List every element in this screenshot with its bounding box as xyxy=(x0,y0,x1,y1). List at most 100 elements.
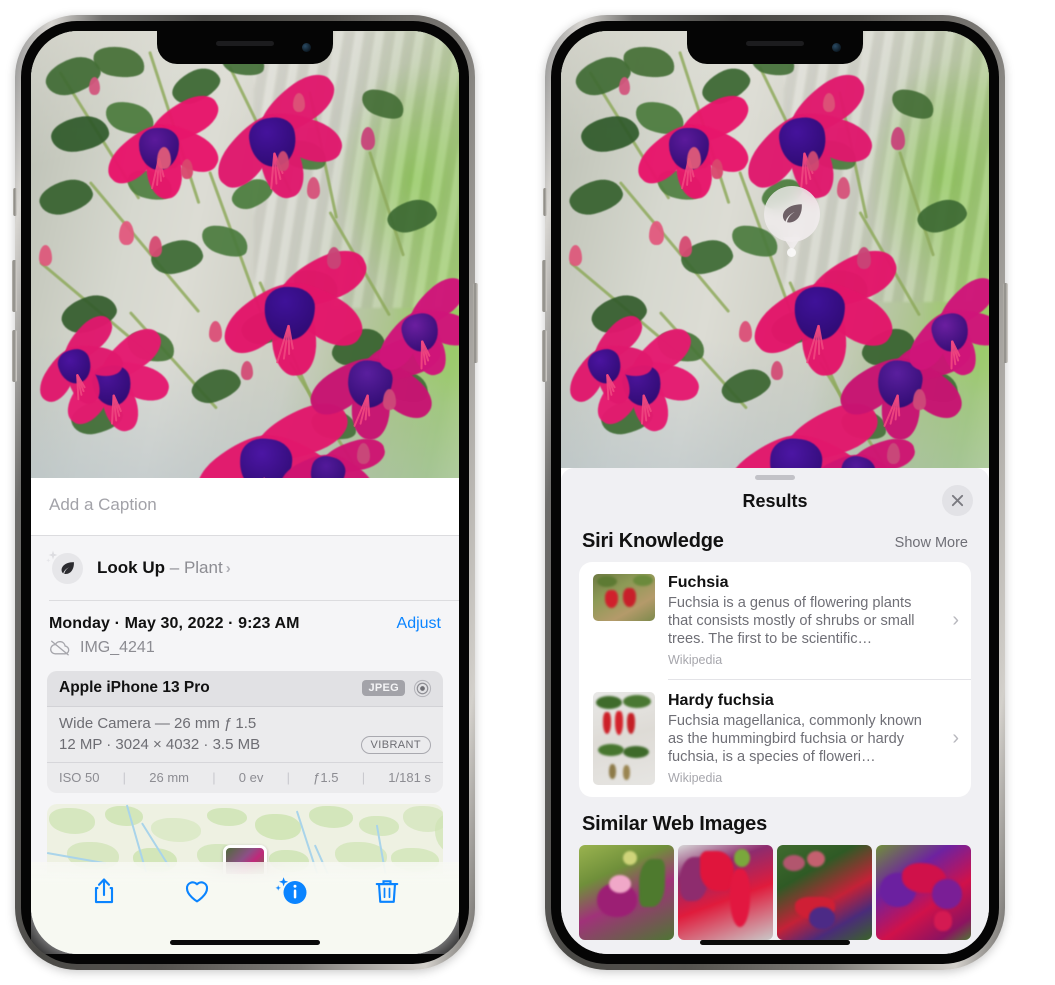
close-button[interactable] xyxy=(942,485,973,516)
file-name: IMG_4241 xyxy=(80,639,155,657)
fuchsia-flower xyxy=(770,238,872,344)
results-sheet: Results Siri Knowledge Show More Fuchsia… xyxy=(561,468,989,954)
volume-up-button[interactable] xyxy=(12,260,17,312)
knowledge-title: Fuchsia xyxy=(668,574,935,592)
map-green-area xyxy=(49,808,95,834)
photo-date: Monday · May 30, 2022 · 9:23 AM xyxy=(49,615,300,633)
date-row: Monday · May 30, 2022 · 9:23 AM Adjust xyxy=(31,601,459,637)
plant-leaf xyxy=(358,83,409,125)
plant-leaf xyxy=(384,195,440,236)
results-header: Results xyxy=(561,480,989,522)
camera-header-right: JPEG xyxy=(362,679,432,698)
badge-anchor-dot xyxy=(787,248,796,257)
fuchsia-flower xyxy=(376,275,458,360)
leaf-icon xyxy=(59,560,76,577)
trash-icon[interactable] xyxy=(372,876,402,906)
map-green-area xyxy=(309,806,353,828)
flower-bud xyxy=(181,159,193,179)
show-more-button[interactable]: Show More xyxy=(895,535,968,551)
flower-bud xyxy=(857,247,871,269)
flower-bud xyxy=(361,127,375,150)
cloud-slash-icon xyxy=(49,639,71,656)
plant-leaf xyxy=(914,195,970,236)
volume-down-button[interactable] xyxy=(12,330,17,382)
plant-stem xyxy=(898,151,935,257)
look-up-dash: – xyxy=(170,558,179,577)
photographic-style-badge: VIBRANT xyxy=(361,736,431,755)
silent-switch[interactable] xyxy=(543,188,547,216)
map-green-area xyxy=(207,808,247,826)
photo-viewer[interactable] xyxy=(561,31,989,468)
similar-web-images-header: Similar Web Images xyxy=(561,797,989,842)
notch-right xyxy=(687,31,863,64)
aperture-icon xyxy=(413,679,432,698)
flower-bud xyxy=(119,221,134,245)
fuchsia-flower xyxy=(220,70,319,173)
look-up-row[interactable]: Look Up – Plant › xyxy=(31,536,459,600)
info-sparkle-icon[interactable] xyxy=(275,876,309,906)
knowledge-description: Fuchsia magellanica, commonly known as t… xyxy=(668,712,935,766)
knowledge-thumbnail xyxy=(593,692,655,785)
plant-stem xyxy=(368,151,405,257)
web-image-thumbnail[interactable] xyxy=(876,845,971,940)
flower-bud xyxy=(649,221,664,245)
photo-viewer[interactable] xyxy=(31,31,459,478)
exif-value: ƒ1.5 xyxy=(313,770,338,785)
web-image-thumbnail[interactable] xyxy=(777,845,872,940)
exif-divider: | xyxy=(123,770,126,785)
heart-icon[interactable] xyxy=(182,876,212,906)
caption-row[interactable]: Add a Caption xyxy=(31,478,459,536)
siri-knowledge-header: Siri Knowledge Show More xyxy=(561,522,989,562)
sheet-title: Results xyxy=(742,491,807,512)
home-indicator[interactable] xyxy=(170,940,320,945)
flower-bud xyxy=(149,236,162,257)
knowledge-title: Hardy fuchsia xyxy=(668,692,935,710)
visual-look-up-badge[interactable] xyxy=(764,186,820,242)
foliage-layer xyxy=(561,31,989,468)
flower-bud xyxy=(913,389,926,410)
front-camera-icon xyxy=(832,43,841,52)
file-row: IMG_4241 xyxy=(31,637,459,669)
flower-bud xyxy=(307,177,320,199)
chevron-right-icon: › xyxy=(948,609,959,632)
siri-knowledge-card: Fuchsia Fuchsia is a genus of flowering … xyxy=(579,562,971,797)
share-icon[interactable] xyxy=(89,876,119,906)
adjust-button[interactable]: Adjust xyxy=(397,615,441,633)
knowledge-item[interactable]: Fuchsia Fuchsia is a genus of flowering … xyxy=(579,562,971,679)
web-image-thumbnail[interactable] xyxy=(579,845,674,940)
camera-body: Wide Camera — 26 mm ƒ 1.5 12 MP · 3024 ×… xyxy=(47,707,443,763)
flower-bud xyxy=(157,147,171,169)
leaf-sparkle-icon xyxy=(45,549,87,587)
silent-switch[interactable] xyxy=(13,188,17,216)
fuchsia-flower xyxy=(33,314,109,392)
similar-web-images-title: Similar Web Images xyxy=(582,813,767,836)
volume-up-button[interactable] xyxy=(542,260,547,312)
camera-model: Apple iPhone 13 Pro xyxy=(59,679,210,697)
camera-info-card: Apple iPhone 13 Pro JPEG Wide Camera — 2… xyxy=(47,671,443,794)
power-button[interactable] xyxy=(473,283,478,363)
power-button[interactable] xyxy=(1003,283,1008,363)
flower-bud xyxy=(739,321,752,342)
fuchsia-flower xyxy=(563,314,639,392)
front-camera-icon xyxy=(302,43,311,52)
web-image-thumbnail[interactable] xyxy=(678,845,773,940)
siri-knowledge-title: Siri Knowledge xyxy=(582,530,724,553)
knowledge-description: Fuchsia is a genus of flowering plants t… xyxy=(668,594,935,648)
home-indicator[interactable] xyxy=(700,940,850,945)
plant-leaf xyxy=(579,113,641,155)
exif-value: ISO 50 xyxy=(59,770,99,785)
foliage-layer xyxy=(31,31,459,478)
exif-value: 1/181 s xyxy=(388,770,431,785)
sparkle-icon xyxy=(45,549,61,565)
knowledge-item[interactable]: Hardy fuchsia Fuchsia magellanica, commo… xyxy=(579,680,971,797)
screen-left: Add a Caption Look Up – Plant › Monday ·… xyxy=(31,31,459,954)
flower-bud xyxy=(89,77,100,95)
volume-down-button[interactable] xyxy=(542,330,547,382)
caption-input[interactable]: Add a Caption xyxy=(49,495,441,515)
flower-bud xyxy=(823,93,835,112)
plant-leaf xyxy=(566,175,626,219)
exif-divider: | xyxy=(212,770,215,785)
camera-header: Apple iPhone 13 Pro JPEG xyxy=(47,671,443,707)
fuchsia-flower xyxy=(750,70,849,173)
chevron-right-icon: › xyxy=(226,560,231,577)
